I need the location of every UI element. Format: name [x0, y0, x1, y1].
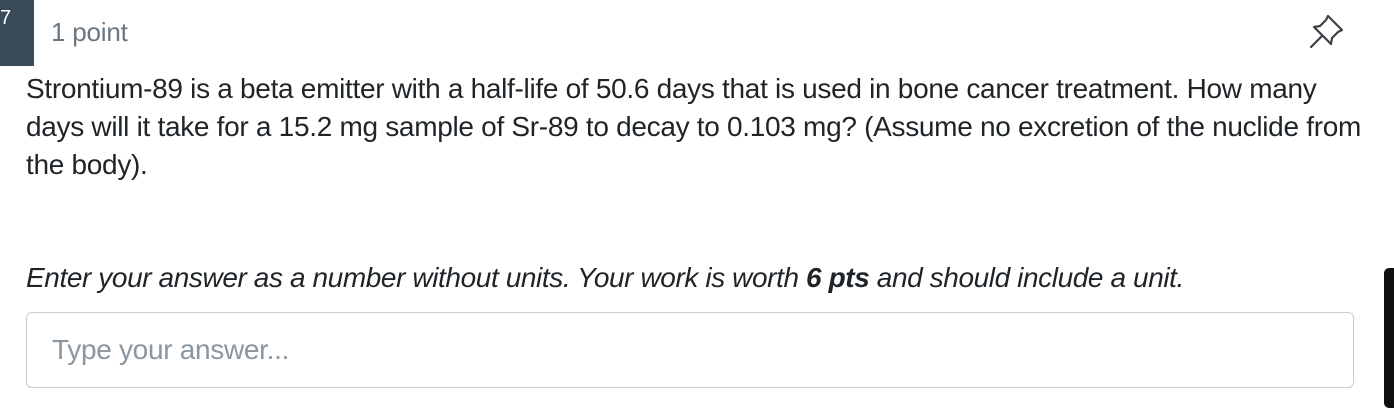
pin-button[interactable]	[1306, 12, 1346, 52]
answer-input[interactable]	[27, 313, 1353, 387]
question-number-tab: 7	[0, 0, 34, 66]
scrollbar-thumb[interactable]	[1384, 268, 1394, 408]
question-number: 7	[0, 7, 12, 29]
pin-icon	[1309, 14, 1344, 49]
instruction-points-bold: 6 pts	[806, 262, 870, 293]
answer-field-container	[26, 312, 1354, 388]
instruction-text-start: Enter your answer as a number without un…	[26, 262, 807, 293]
page-scrollbar[interactable]	[1382, 0, 1394, 408]
question-text: Strontium-89 is a beta emitter with a ha…	[26, 73, 1362, 180]
instruction-text-end: and should include a unit.	[869, 262, 1185, 293]
quiz-question-panel: 7 1 point Strontium-89 is a beta emitter…	[0, 0, 1394, 408]
answer-instruction: Enter your answer as a number without un…	[26, 259, 1366, 297]
points-label: 1 point	[51, 17, 128, 47]
